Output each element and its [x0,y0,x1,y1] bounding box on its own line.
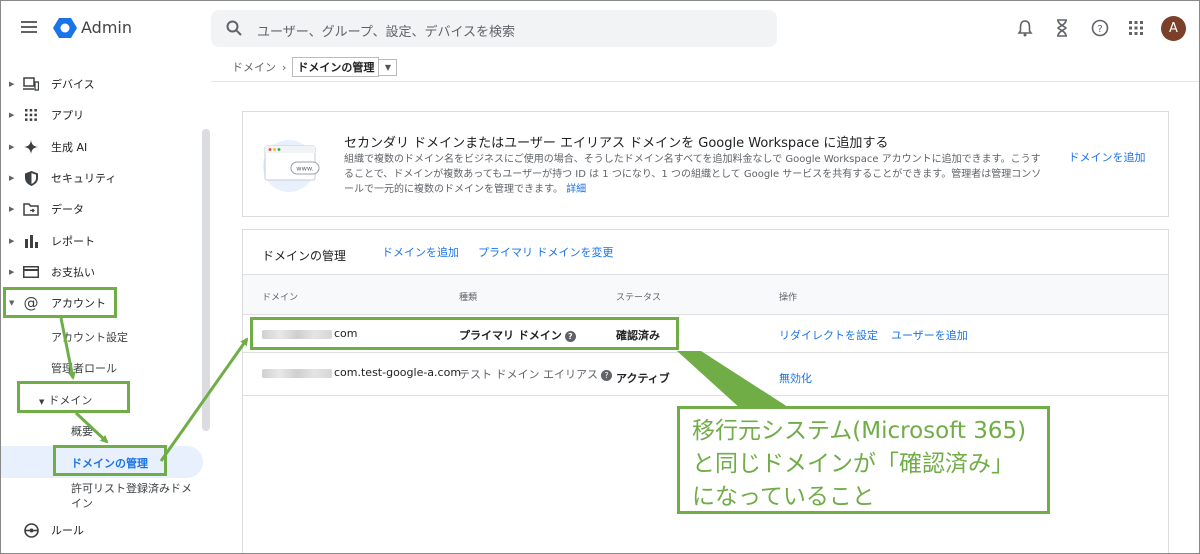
search-input[interactable]: ユーザー、グループ、設定、デバイスを検索 [257,21,515,40]
sidebar-item-billing[interactable]: ▶ お支払い [1,258,206,286]
learn-more-link[interactable]: 詳細 [566,184,586,195]
add-user-link[interactable]: ユーザーを追加 [891,327,968,343]
highlight-box-domains [17,381,130,413]
status-cell: アクティブ [616,372,670,385]
highlight-box-manage-domains [53,445,167,476]
column-header-actions: 操作 [779,293,798,303]
sidebar-item-label: データ [51,203,84,216]
apps-icon [23,107,39,123]
hourglass-icon[interactable] [1051,17,1073,39]
change-primary-domain-link[interactable]: プライマリ ドメインを変更 [478,244,614,260]
sidebar-item-rules[interactable]: ▶ ルール [1,516,206,544]
card-title: ドメインの管理 [262,249,347,263]
sidebar-item-admin-roles[interactable]: 管理者ロール [51,360,117,376]
column-header-type: 種類 [459,293,478,303]
redacted-text [262,368,332,378]
breadcrumb-parent[interactable]: ドメイン [232,59,276,75]
menu-icon[interactable] [21,21,37,33]
svg-text:?: ? [1097,24,1102,35]
sidebar-item-label: セキュリティ [51,172,117,185]
add-domain-promo-card: www. セカンダリ ドメインまたはユーザー エイリアス ドメインを Googl… [242,111,1169,217]
sparkle-icon [23,139,39,155]
bell-icon[interactable] [1014,17,1036,39]
shield-icon [23,170,39,186]
search-bar[interactable]: ユーザー、グループ、設定、デバイスを検索 [211,10,777,47]
type-cell: テスト ドメイン エイリアス? [459,366,612,382]
sidebar-item-label: ルール [51,524,84,537]
avatar[interactable]: A [1161,16,1186,41]
column-header-status: ステータス [616,293,662,303]
sidebar-item-overview[interactable]: 概要 [71,423,93,439]
caret-right-icon: ▶ [9,268,15,276]
highlight-box-primary-row [250,317,679,350]
add-domain-button[interactable]: ドメインを追加 [1065,150,1149,165]
sidebar-scrollbar[interactable] [202,129,210,431]
sidebar-item-label: お支払い [51,266,95,279]
divider [211,81,1199,82]
admin-logo-icon [53,18,77,38]
caret-right-icon: ▶ [9,237,15,245]
sidebar-item-label: 生成 AI [51,141,88,154]
credit-card-icon [23,264,39,280]
apps-grid-icon[interactable] [1125,17,1147,39]
browser-illustration-icon: www. [263,140,320,192]
annotation-callout: 移行元システム(Microsoft 365)と同じドメインが「確認済み」になって… [677,406,1050,514]
sidebar-item-apps[interactable]: ▶ アプリ [1,101,206,129]
promo-title: セカンダリ ドメインまたはユーザー エイリアス ドメインを Google Wor… [344,136,889,151]
sidebar-item-data[interactable]: ▶ データ [1,195,206,223]
add-domain-link[interactable]: ドメインを追加 [382,244,459,260]
folder-icon [23,201,39,217]
breadcrumb: ドメイン › ドメインの管理 ▼ [232,57,398,77]
deactivate-link[interactable]: 無効化 [779,370,812,386]
sidebar-item-account-settings[interactable]: アカウント設定 [51,329,128,345]
chevron-down-icon[interactable]: ▼ [379,58,398,76]
devices-icon [23,76,39,92]
sidebar-item-generative-ai[interactable]: ▶ 生成 AI [1,133,206,161]
caret-right-icon: ▶ [9,143,15,151]
top-bar: Admin ユーザー、グループ、設定、デバイスを検索 ? A [1,1,1199,57]
illustration-text: www. [296,165,313,173]
caret-right-icon: ▶ [9,205,15,213]
table-header: ドメイン 種類 ステータス 操作 [243,274,1168,315]
rules-icon [23,522,39,538]
caret-right-icon: ▶ [9,111,15,119]
caret-right-icon: ▶ [9,80,15,88]
sidebar-item-label: デバイス [51,78,95,91]
sidebar-item-label: レポート [51,235,95,248]
help-icon[interactable]: ? [1089,17,1111,39]
domain-cell: com.test-google-a.com [262,366,461,379]
bar-chart-icon [23,233,39,249]
screenshot-frame: Admin ユーザー、グループ、設定、デバイスを検索 ? A ドメイン › ドメ… [0,0,1200,554]
promo-body: 組織で複数のドメイン名をビジネスにご使用の場合、そうしたドメイン名すべてを追加料… [344,152,1044,197]
set-redirect-link[interactable]: リダイレクトを設定 [779,327,878,343]
sidebar-item-reports[interactable]: ▶ レポート [1,227,206,255]
chevron-right-icon: › [282,60,287,74]
sidebar-item-security[interactable]: ▶ セキュリティ [1,164,206,192]
caret-right-icon: ▶ [9,174,15,182]
sidebar-item-devices[interactable]: ▶ デバイス [1,70,206,98]
breadcrumb-current: ドメインの管理 [292,57,380,77]
column-header-domain[interactable]: ドメイン [262,290,298,303]
help-icon[interactable]: ? [601,369,612,381]
promo-description: 組織で複数のドメイン名をビジネスにご使用の場合、そうしたドメイン名すべてを追加料… [344,154,1042,195]
table-row[interactable]: com.test-google-a.com テスト ドメイン エイリアス? アク… [243,354,1168,396]
sidebar-item-allowlisted-domains[interactable]: 許可リスト登録済みドメイン [71,481,196,511]
app-title: Admin [81,18,132,37]
sidebar-item-label: アプリ [51,109,84,122]
search-icon [226,20,242,36]
highlight-box-account [3,287,117,318]
